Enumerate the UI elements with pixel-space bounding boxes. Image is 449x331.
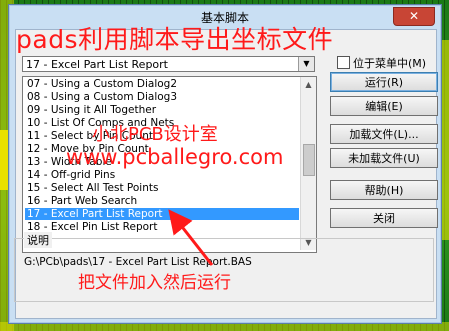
overlay-watermark: 小北PCB设计室: [92, 124, 218, 145]
scroll-thumb[interactable]: [303, 144, 315, 176]
help-button[interactable]: 帮助(H): [330, 180, 438, 200]
list-item[interactable]: 09 - Using it All Together: [25, 104, 299, 116]
list-item[interactable]: 16 - Part Web Search: [25, 195, 299, 207]
scroll-up-icon[interactable]: ▲: [301, 77, 316, 92]
script-combo-value: 17 - Excel Part List Report: [26, 58, 168, 71]
load-file-button[interactable]: 加载文件(L)...: [330, 124, 438, 144]
run-button[interactable]: 运行(R): [330, 72, 438, 92]
script-combo[interactable]: 17 - Excel Part List Report ▼: [22, 56, 315, 72]
edit-button[interactable]: 编辑(E): [330, 96, 438, 116]
unload-file-button[interactable]: 未加载文件(U): [330, 148, 438, 168]
close-window-button[interactable]: ✕: [393, 7, 435, 26]
list-scrollbar[interactable]: ▲ ▼: [300, 77, 316, 250]
overlay-title: pads利用脚本导出坐标文件: [16, 25, 334, 54]
overlay-instruction: 把文件加入然后运行: [78, 273, 231, 293]
menu-checkbox[interactable]: [337, 56, 350, 69]
close-button[interactable]: 关闭: [330, 208, 438, 228]
list-item[interactable]: 07 - Using a Custom Dialog2: [25, 78, 299, 90]
list-item[interactable]: 08 - Using a Custom Dialog3: [25, 91, 299, 103]
pcb-trace: [0, 130, 8, 190]
chevron-down-icon[interactable]: ▼: [298, 57, 314, 71]
description-title: 说明: [24, 232, 52, 248]
list-item-selected[interactable]: 17 - Excel Part List Report: [25, 208, 299, 220]
overlay-url: www.pcballegro.com: [66, 145, 284, 169]
list-item[interactable]: 14 - Off-grid Pins: [25, 169, 299, 181]
list-item[interactable]: 15 - Select All Test Points: [25, 182, 299, 194]
menu-checkbox-label: 位于菜单中(M): [353, 57, 427, 70]
description-text: G:\PCb\pads\17 - Excel Part List Report.…: [24, 256, 252, 268]
list-item[interactable]: 18 - Excel Pin List Report: [25, 221, 299, 233]
